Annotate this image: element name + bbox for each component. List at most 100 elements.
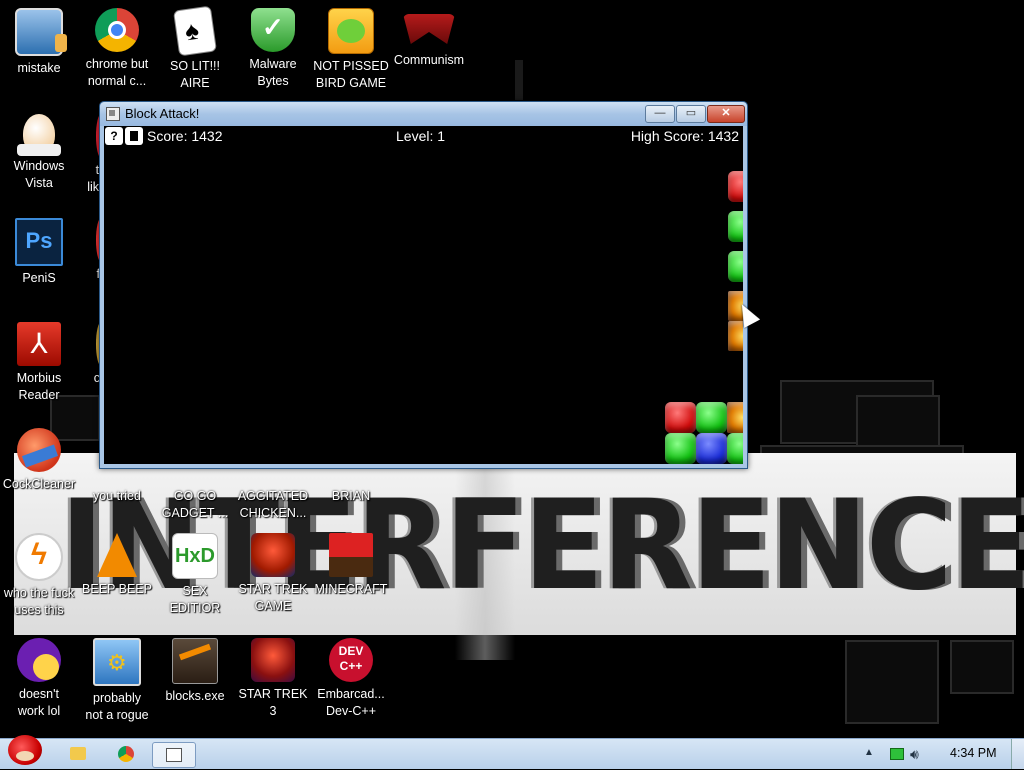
wallpaper-square — [845, 640, 939, 724]
desktop-icon-beep[interactable]: BEEP BEEP — [78, 527, 156, 598]
yahoo-icon — [17, 638, 61, 682]
game-block-red — [665, 402, 696, 433]
icon-label: AGGITATED — [237, 489, 309, 503]
show-hidden-icons-icon[interactable]: ▲ — [864, 747, 874, 758]
window-app-icon — [166, 748, 182, 762]
icon-label: BEEP BEEP — [82, 582, 152, 596]
vlc-icon — [97, 533, 137, 577]
icon-label: Malware — [249, 57, 297, 71]
icon-label: CHICKEN... — [239, 506, 307, 520]
wallpaper-square — [950, 640, 1014, 694]
hxd-icon: HxD — [172, 533, 218, 579]
icon-label: Dev-C++ — [325, 704, 377, 718]
angry-bird-icon — [16, 751, 34, 761]
cards-icon: ♠ — [172, 5, 218, 57]
icon-label: GO GO — [173, 489, 217, 503]
icon-label: normal c... — [87, 74, 147, 88]
desktop-icon-chrome[interactable]: chrome but normal c... — [78, 2, 156, 90]
game-block-red — [728, 171, 743, 202]
icon-label: uses this — [14, 603, 64, 617]
desktop-icon-mistake[interactable]: mistake — [0, 2, 78, 77]
desktop-icon-malware[interactable]: ✓ Malware Bytes — [234, 2, 312, 90]
desktop-icon-pissed-bird[interactable]: NOT PISSED BIRD GAME — [312, 2, 390, 92]
network-icon[interactable] — [890, 748, 904, 760]
minimize-button[interactable]: — — [645, 105, 675, 123]
icon-label: BRIAN — [331, 489, 371, 503]
icon-label: MINECRAFT — [314, 582, 388, 596]
icon-label: Communism — [393, 53, 465, 67]
block-attack-window[interactable]: Block Attack! — ▭ ✕ ? Score: 1432 Level:… — [99, 101, 748, 469]
game-block-bomb — [728, 321, 743, 351]
icon-label: CockCleaner — [2, 477, 76, 491]
desktop-icon-cleaner[interactable]: CockCleaner — [0, 422, 78, 493]
show-desktop-button[interactable] — [1011, 739, 1024, 769]
game-canvas[interactable]: ? Score: 1432 Level: 1 High Score: 1432 — [104, 126, 743, 464]
icon-label: not a rogue — [85, 708, 149, 722]
taskbar-block-attack-button[interactable] — [152, 742, 196, 768]
icon-label: doesn't — [19, 687, 59, 701]
icon-label: NOT PISSED — [313, 59, 389, 73]
icon-label: BIRD GAME — [315, 76, 387, 90]
level-display: Level: 1 — [396, 128, 446, 144]
icon-label: GADGET ... — [161, 506, 229, 520]
desktop-icon-rogue[interactable]: ⚙ probably not a rogue — [78, 632, 156, 724]
icon-label: Embarcad... — [317, 687, 385, 701]
icon-label: f — [66, 266, 100, 283]
close-button[interactable]: ✕ — [707, 105, 745, 123]
game-block-green — [727, 433, 743, 464]
desktop-icon-minecraft[interactable]: MINECRAFT — [312, 527, 390, 598]
game-block-blue — [696, 433, 727, 464]
desktop-icon-yahoo[interactable]: doesn't work lol — [0, 632, 78, 720]
desktop-icon-blocks[interactable]: blocks.exe — [156, 632, 234, 705]
pdf-icon: ⅄ — [17, 322, 61, 366]
icon-label: STAR TREK — [238, 582, 308, 596]
score-display: Score: 1432 — [147, 128, 223, 144]
desktop-icon-startrek3[interactable]: STAR TREK 3 — [234, 632, 312, 720]
desktop-icon-communism[interactable]: Communism — [390, 2, 468, 69]
desktop-icon-hxd[interactable]: HxD SEX EDITIOR — [156, 527, 234, 617]
app-icon[interactable] — [106, 107, 120, 121]
desktop-icon-devcpp[interactable]: DEV C++ Embarcad... Dev-C++ — [312, 632, 390, 720]
gears-icon: ⚙ — [93, 638, 141, 686]
minecraft-icon — [329, 533, 373, 577]
broom-icon — [17, 428, 61, 472]
starwars-bird-icon — [251, 533, 295, 577]
egg-icon — [17, 114, 61, 156]
lightning-icon: ϟ — [15, 533, 63, 581]
icon-label: Reader — [18, 388, 60, 402]
clock[interactable]: 4:34 PM — [950, 746, 997, 760]
game-block-green — [728, 211, 743, 242]
icon-label: SO LIT!!! — [169, 59, 220, 73]
icon-label: Bytes — [257, 74, 289, 88]
icon-label: 3 — [269, 704, 277, 718]
desktop-icon-who[interactable]: ϟ who the fuck uses this — [0, 527, 78, 619]
taskbar-chrome-button[interactable] — [108, 742, 144, 766]
desktop-icon-startrek[interactable]: STAR TREK GAME — [234, 527, 312, 615]
taskbar-explorer-button[interactable] — [60, 742, 96, 766]
system-tray: ▲ 🔊︎ 4:34 PM — [844, 739, 1024, 769]
game-block-green — [728, 251, 743, 282]
devcpp-badge-text: C++ — [339, 659, 363, 673]
photoshop-icon: Ps — [15, 218, 63, 266]
devcpp-icon: DEV C++ — [329, 638, 373, 682]
wallpaper-square — [515, 60, 523, 100]
high-score-display: High Score: 1432 — [630, 128, 739, 144]
taskbar: ▲ 🔊︎ 4:34 PM — [0, 735, 1024, 769]
pause-button[interactable] — [125, 127, 143, 145]
icon-label: GAME — [254, 599, 292, 613]
pig-icon — [328, 8, 374, 54]
icon-label: AIRE — [180, 76, 210, 90]
icon-label: probably — [93, 691, 141, 705]
computer-icon — [15, 8, 67, 56]
desktop-icon-solitaire[interactable]: ♠ SO LIT!!! AIRE — [156, 2, 234, 92]
chrome-icon — [95, 8, 139, 52]
chrome-icon — [118, 746, 134, 762]
maximize-button[interactable]: ▭ — [676, 105, 706, 123]
help-button[interactable]: ? — [105, 127, 123, 145]
start-button[interactable] — [2, 731, 48, 769]
volume-icon[interactable]: 🔊︎ — [910, 746, 919, 763]
game-block-green — [696, 402, 727, 433]
icon-label: mistake — [17, 61, 61, 75]
game-block-green — [665, 433, 696, 464]
window-titlebar[interactable]: Block Attack! — ▭ ✕ — [100, 102, 747, 126]
